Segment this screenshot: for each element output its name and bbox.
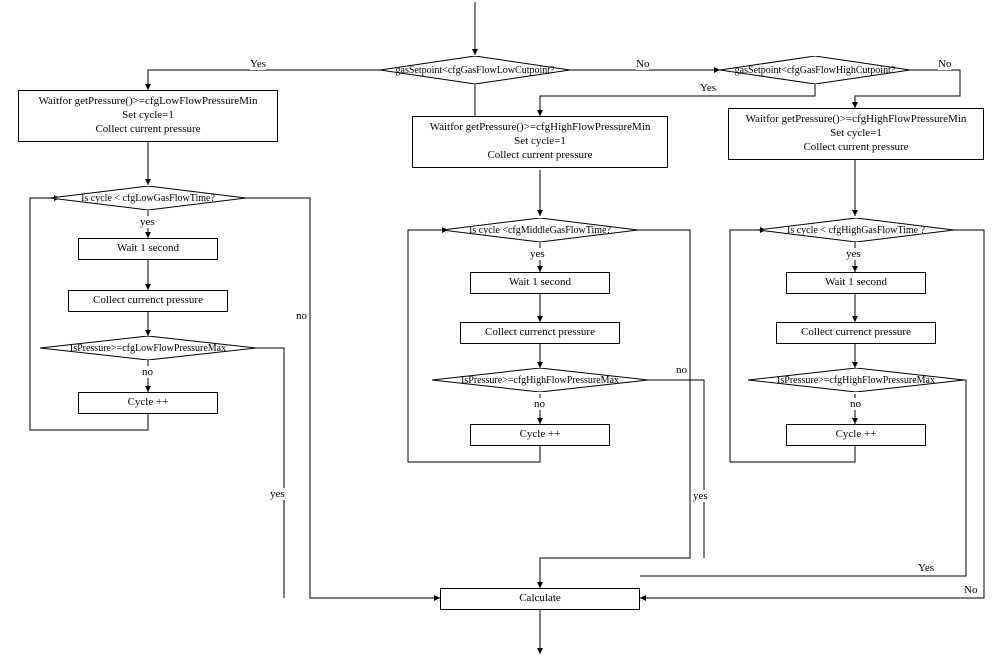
label-yes: Yes (250, 58, 266, 70)
right-loop-decision: Is cycle < cfgHighGasFlowTime ? (758, 218, 954, 242)
label-no: no (296, 310, 307, 322)
calculate-text: Calculate (519, 592, 561, 605)
middle-pressure-decision: IsPressure>=cfgHighFlowPressureMax (432, 368, 648, 392)
middle-init-l1: Waitfor getPressure()>=cfgHighFlowPressu… (430, 121, 651, 135)
left-loop-text: Is cycle < cfgLowGasFlowTime? (75, 193, 221, 204)
right-wait-text: Wait 1 second (825, 276, 887, 289)
label-yes: Yes (918, 562, 934, 574)
right-init-box: Waitfor getPressure()>=cfgHighFlowPressu… (728, 108, 984, 160)
label-yes: yes (846, 248, 861, 260)
label-yes: yes (693, 490, 708, 502)
middle-init-l2: Set cycle=1 (514, 135, 566, 149)
decision-high-cutpoint: gasSetpoint<cfgGasFlowHighCutpoint? (720, 56, 910, 84)
decision-low-cutpoint-text: gasSetpoint<cfgGasFlowLowCutpoint? (390, 65, 561, 76)
middle-cycle-inc: Cycle ++ (470, 424, 610, 446)
label-no: no (534, 398, 545, 410)
decision-low-cutpoint: gasSetpoint<cfgGasFlowLowCutpoint? (380, 56, 570, 84)
right-init-l3: Collect current pressure (803, 141, 908, 155)
label-no: no (850, 398, 861, 410)
left-init-l3: Collect current pressure (95, 123, 200, 137)
left-wait-text: Wait 1 second (117, 242, 179, 255)
right-cycle-text: Cycle ++ (836, 428, 877, 441)
label-yes: yes (140, 216, 155, 228)
label-no: No (964, 584, 977, 596)
decision-high-cutpoint-text: gasSetpoint<cfgGasFlowHighCutpoint? (729, 65, 902, 76)
middle-collect-text: Collect currenct pressure (485, 326, 595, 339)
label-yes: yes (270, 488, 285, 500)
label-no: No (938, 58, 951, 70)
left-pressure-decision: IsPressure>=cfgLowFlowPressureMax (40, 336, 256, 360)
label-no: no (676, 364, 687, 376)
middle-wait-box: Wait 1 second (470, 272, 610, 294)
right-init-l1: Waitfor getPressure()>=cfgHighFlowPressu… (746, 113, 967, 127)
middle-loop-text: Is cycle <cfgMiddleGasFlowTime? (463, 225, 617, 236)
right-init-l2: Set cycle=1 (830, 127, 882, 141)
left-wait-box: Wait 1 second (78, 238, 218, 260)
label-no: no (142, 366, 153, 378)
left-init-box: Waitfor getPressure()>=cfgLowFlowPressur… (18, 90, 278, 142)
middle-init-l3: Collect current pressure (487, 149, 592, 163)
calculate-box: Calculate (440, 588, 640, 610)
left-cycle-inc: Cycle ++ (78, 392, 218, 414)
left-collect-box: Collect currenct pressure (68, 290, 228, 312)
left-init-l2: Set cycle=1 (122, 109, 174, 123)
right-pressure-decision: IsPressure>=cfgHighFlowPressureMax (748, 368, 964, 392)
right-collect-text: Collect currenct pressure (801, 326, 911, 339)
right-wait-box: Wait 1 second (786, 272, 926, 294)
middle-wait-text: Wait 1 second (509, 276, 571, 289)
right-press-text: IsPressure>=cfgHighFlowPressureMax (771, 375, 941, 386)
middle-collect-box: Collect currenct pressure (460, 322, 620, 344)
left-cycle-text: Cycle ++ (128, 396, 169, 409)
middle-press-text: IsPressure>=cfgHighFlowPressureMax (455, 375, 625, 386)
left-loop-decision: Is cycle < cfgLowGasFlowTime? (50, 186, 246, 210)
left-collect-text: Collect currenct pressure (93, 294, 203, 307)
middle-cycle-text: Cycle ++ (520, 428, 561, 441)
middle-init-box: Waitfor getPressure()>=cfgHighFlowPressu… (412, 116, 668, 168)
right-cycle-inc: Cycle ++ (786, 424, 926, 446)
label-yes: Yes (700, 82, 716, 94)
left-init-l1: Waitfor getPressure()>=cfgLowFlowPressur… (39, 95, 258, 109)
right-collect-box: Collect currenct pressure (776, 322, 936, 344)
left-press-text: IsPressure>=cfgLowFlowPressureMax (64, 343, 232, 354)
label-no: No (636, 58, 649, 70)
right-loop-text: Is cycle < cfgHighGasFlowTime ? (781, 225, 931, 236)
middle-loop-decision: Is cycle <cfgMiddleGasFlowTime? (442, 218, 638, 242)
label-yes: yes (530, 248, 545, 260)
